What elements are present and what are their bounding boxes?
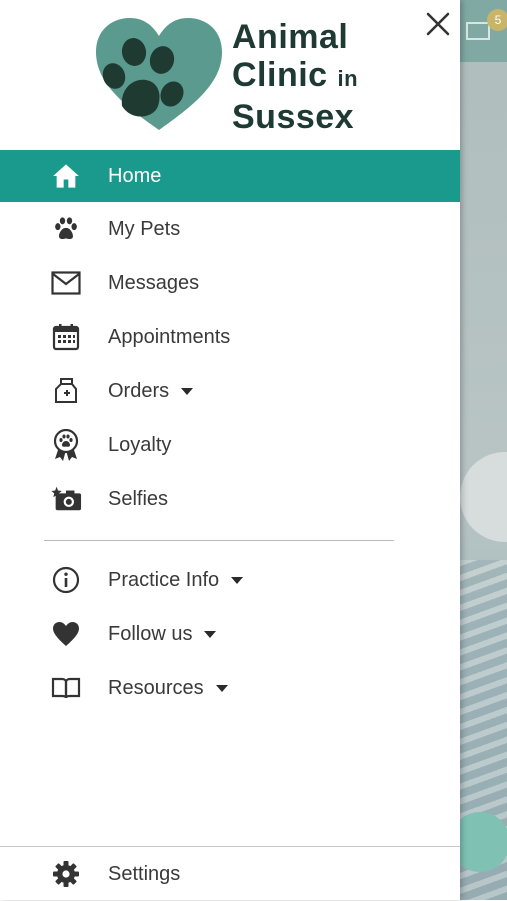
menu-item-my-pets[interactable]: My Pets — [0, 202, 460, 256]
menu-divider — [44, 540, 394, 541]
clinic-name: Animal Clinic in Sussex — [232, 18, 358, 136]
menu-label: Settings — [108, 862, 181, 885]
menu-item-practice-info[interactable]: Practice Info — [0, 553, 460, 607]
secondary-menu: Practice Info Follow us Resources — [0, 553, 460, 715]
menu-label: Orders — [108, 380, 194, 403]
menu-item-home[interactable]: Home — [0, 150, 460, 202]
heart-paw-logo-icon — [96, 18, 222, 130]
primary-menu: Home My Pets Messages Appointments Order… — [0, 150, 460, 526]
heart-icon — [50, 618, 82, 650]
camera-icon — [50, 483, 82, 515]
background-app: 5 — [460, 0, 507, 900]
book-icon — [50, 672, 82, 704]
menu-label: Messages — [108, 271, 200, 294]
menu-label: Home — [108, 164, 162, 187]
background-mail-icon — [466, 22, 490, 40]
logo-line-2: Clinic in — [232, 56, 359, 94]
close-icon — [426, 12, 450, 36]
chevron-down-icon — [181, 387, 194, 395]
menu-label: Selfies — [108, 487, 169, 510]
menu-item-settings[interactable]: Settings — [0, 847, 460, 901]
paw-icon — [50, 213, 82, 245]
menu-item-follow-us[interactable]: Follow us — [0, 607, 460, 661]
award-ribbon-icon — [50, 429, 82, 461]
close-drawer-button[interactable] — [420, 6, 456, 42]
menu-item-appointments[interactable]: Appointments — [0, 310, 460, 364]
gear-icon — [50, 858, 82, 890]
menu-label: Follow us — [108, 623, 217, 646]
medicine-bag-icon — [50, 375, 82, 407]
menu-label: My Pets — [108, 217, 181, 240]
chevron-down-icon — [215, 684, 228, 692]
calendar-icon — [50, 321, 82, 353]
menu-label: Practice Info — [108, 569, 244, 592]
background-fab — [460, 812, 507, 872]
menu-label: Appointments — [108, 325, 231, 348]
logo-line-3: Sussex — [232, 98, 355, 136]
menu-item-messages[interactable]: Messages — [0, 256, 460, 310]
background-orders-bubble — [460, 452, 507, 542]
menu-label: Loyalty — [108, 433, 172, 456]
home-icon — [50, 160, 82, 192]
chevron-down-icon — [231, 576, 244, 584]
info-icon — [50, 564, 82, 596]
menu-item-orders[interactable]: Orders — [0, 364, 460, 418]
envelope-icon — [50, 267, 82, 299]
logo-line-1: Animal — [232, 18, 349, 56]
menu-label: Resources — [108, 677, 228, 700]
footer-menu: Settings — [0, 847, 460, 901]
menu-item-resources[interactable]: Resources — [0, 661, 460, 715]
navigation-drawer: Animal Clinic in Sussex Home My Pets Mes… — [0, 0, 460, 900]
background-message-badge: 5 — [487, 9, 507, 31]
chevron-down-icon — [204, 630, 217, 638]
menu-item-loyalty[interactable]: Loyalty — [0, 418, 460, 472]
menu-item-selfies[interactable]: Selfies — [0, 472, 460, 526]
